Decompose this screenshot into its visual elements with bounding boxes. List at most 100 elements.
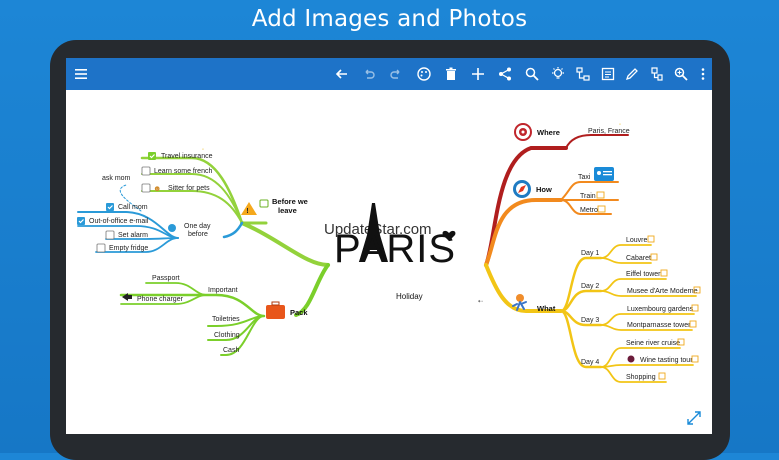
- node-how[interactable]: How: [513, 180, 552, 198]
- svg-text:Cabaret: Cabaret: [626, 255, 651, 262]
- wine-icon: [627, 355, 635, 363]
- svg-text:One day: One day: [184, 223, 211, 230]
- tag-icon[interactable]: [649, 66, 665, 82]
- note-small-icon: [259, 199, 269, 208]
- list-item-set-alarm[interactable]: Set alarm: [105, 230, 148, 240]
- idea-icon[interactable]: [550, 66, 566, 82]
- link-icon[interactable]: [647, 235, 655, 243]
- list-item-louvre[interactable]: Louvre: [626, 235, 655, 244]
- checkbox-icon[interactable]: [105, 230, 115, 240]
- svg-text:Set alarm: Set alarm: [118, 232, 148, 239]
- svg-text:Empty fridge: Empty fridge: [109, 245, 148, 252]
- list-item-luxembourg[interactable]: Luxembourg gardens: [627, 304, 699, 313]
- list-item-montparnasse[interactable]: Montparnasse tower: [627, 320, 697, 329]
- node-important[interactable]: Important: [208, 287, 238, 294]
- svg-text:!: !: [246, 208, 248, 215]
- svg-text:Montparnasse tower: Montparnasse tower: [627, 322, 691, 329]
- list-item-clothing[interactable]: Clothing: [214, 332, 240, 339]
- list-item-paris-france[interactable]: Paris, France: [588, 128, 630, 135]
- undo-icon[interactable]: [361, 66, 377, 82]
- svg-text:Musee d'Arte Moderne: Musee d'Arte Moderne: [627, 288, 698, 295]
- mind-map-canvas[interactable]: UpdateStar.com PARIS Holiday ⇠ ! Before …: [66, 90, 712, 434]
- svg-text:Wine tasting tour: Wine tasting tour: [640, 357, 693, 364]
- share-icon[interactable]: [497, 66, 513, 82]
- center-node[interactable]: UpdateStar.com PARIS Holiday ⇠: [324, 203, 483, 305]
- cat-icon: ☻: [153, 184, 161, 193]
- checkbox-checked-icon[interactable]: [106, 203, 114, 211]
- pen-icon[interactable]: [624, 66, 640, 82]
- note-icon[interactable]: [600, 66, 616, 82]
- svg-text:How: How: [536, 185, 552, 194]
- note-ask-mom: ask mom: [102, 175, 131, 182]
- svg-text:What: What: [537, 304, 556, 313]
- list-item-out-of-office[interactable]: Out-of-office e-mail: [77, 217, 149, 225]
- layout-icon[interactable]: [575, 66, 591, 82]
- zoom-icon[interactable]: [673, 66, 689, 82]
- list-item-passport[interactable]: Passport: [152, 275, 180, 282]
- link-icon[interactable]: [658, 372, 666, 380]
- palette-icon[interactable]: [416, 66, 432, 82]
- list-item-sitter-pets[interactable]: ☻ Sitter for pets: [141, 183, 210, 193]
- svg-text:Before we: Before we: [272, 197, 308, 206]
- svg-text:before: before: [188, 231, 208, 238]
- link-icon[interactable]: [660, 269, 668, 277]
- link-icon[interactable]: [689, 320, 697, 328]
- svg-text:Eiffel tower: Eiffel tower: [626, 271, 661, 278]
- checkbox-icon[interactable]: [141, 166, 151, 176]
- delete-icon[interactable]: [443, 66, 459, 82]
- link-icon: ⇠: [478, 299, 483, 305]
- svg-text:Sitter for pets: Sitter for pets: [168, 185, 210, 192]
- node-where[interactable]: Where: [514, 123, 560, 141]
- checkbox-checked-icon[interactable]: [148, 152, 156, 160]
- add-icon[interactable]: [470, 66, 486, 82]
- checkbox-icon[interactable]: [141, 183, 151, 193]
- clock-icon: [168, 224, 176, 232]
- svg-text:leave: leave: [278, 206, 297, 215]
- node-before-we-leave[interactable]: ! Before we leave: [241, 197, 308, 215]
- search-icon[interactable]: [524, 66, 540, 82]
- list-item-cabaret[interactable]: Cabaret: [626, 253, 658, 262]
- svg-text:Call mom: Call mom: [118, 204, 148, 211]
- node-day-2[interactable]: Day 2: [581, 283, 599, 290]
- node-day-1[interactable]: Day 1: [581, 250, 599, 257]
- node-pack[interactable]: Pack: [266, 301, 308, 319]
- list-item-seine-cruise[interactable]: Seine river cruise: [626, 338, 685, 347]
- list-item-eiffel-tower[interactable]: Eiffel tower: [626, 269, 668, 278]
- link-icon[interactable]: [650, 253, 658, 261]
- node-one-day-before[interactable]: One day before: [168, 223, 211, 238]
- node-day-3[interactable]: Day 3: [581, 317, 599, 324]
- svg-text:Shopping: Shopping: [626, 374, 656, 381]
- list-item-empty-fridge[interactable]: Empty fridge: [96, 243, 148, 253]
- redo-icon[interactable]: [388, 66, 404, 82]
- menu-icon[interactable]: [73, 66, 89, 82]
- note-marker-icon: ◦: [202, 147, 204, 153]
- list-item-toiletries[interactable]: Toiletries: [212, 316, 240, 323]
- svg-text:Luxembourg gardens: Luxembourg gardens: [627, 306, 694, 313]
- mind-map: UpdateStar.com PARIS Holiday ⇠ ! Before …: [77, 122, 701, 383]
- node-day-4[interactable]: Day 4: [581, 359, 599, 366]
- more-icon[interactable]: [695, 66, 711, 82]
- list-item-cash[interactable]: Cash: [223, 347, 239, 354]
- back-arrow-icon[interactable]: [334, 66, 350, 82]
- list-item-call-mom[interactable]: Call mom: [106, 203, 148, 211]
- link-icon[interactable]: [597, 205, 606, 213]
- list-item-taxi[interactable]: Taxi: [578, 167, 614, 181]
- checkbox-icon[interactable]: [96, 243, 106, 253]
- svg-text:Out-of-office e-mail: Out-of-office e-mail: [89, 218, 149, 225]
- svg-text:Taxi: Taxi: [578, 174, 591, 181]
- list-item-shopping[interactable]: Shopping: [626, 372, 666, 381]
- list-item-musee[interactable]: Musee d'Arte Moderne: [627, 286, 701, 295]
- svg-text:Pack: Pack: [290, 308, 308, 317]
- svg-text:Metro: Metro: [580, 207, 598, 214]
- list-item-train[interactable]: Train: [580, 191, 605, 200]
- fullscreen-icon[interactable]: [686, 410, 702, 426]
- link-icon[interactable]: [596, 191, 605, 199]
- svg-text:Seine river cruise: Seine river cruise: [626, 340, 680, 347]
- checkbox-checked-icon[interactable]: [77, 217, 85, 225]
- link-icon[interactable]: [691, 355, 699, 363]
- svg-text:Learn some french: Learn some french: [154, 168, 212, 175]
- app-screen: UpdateStar.com PARIS Holiday ⇠ ! Before …: [66, 58, 712, 434]
- warning-icon: [241, 202, 257, 215]
- list-item-wine-tasting[interactable]: Wine tasting tour: [627, 355, 699, 365]
- list-item-metro[interactable]: Metro: [580, 205, 606, 214]
